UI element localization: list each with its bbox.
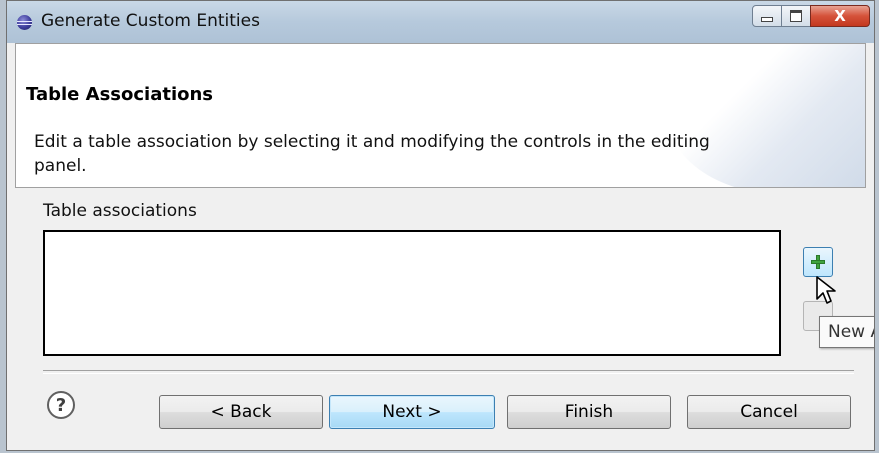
close-icon: X — [834, 7, 846, 25]
table-associations-list[interactable] — [43, 230, 781, 356]
footer-divider — [43, 370, 854, 374]
mouse-cursor-icon — [816, 276, 836, 304]
plus-icon — [811, 255, 825, 269]
help-button[interactable]: ? — [47, 391, 75, 419]
dialog-window: Generate Custom Entities X Table Associa… — [6, 0, 875, 451]
finish-button[interactable]: Finish — [507, 395, 671, 429]
window-title: Generate Custom Entities — [41, 11, 260, 31]
minimize-icon — [761, 17, 773, 22]
maximize-button[interactable] — [781, 5, 811, 27]
back-button[interactable]: < Back — [159, 395, 323, 429]
page-description: Edit a table association by selecting it… — [34, 132, 710, 176]
header-divider — [15, 187, 866, 188]
eclipse-icon — [17, 15, 32, 30]
wizard-header: Table Associations Edit a table associat… — [15, 43, 866, 188]
next-button[interactable]: Next > — [329, 395, 495, 429]
title-bar[interactable]: Generate Custom Entities X — [7, 1, 874, 43]
maximize-icon — [790, 10, 802, 22]
help-icon: ? — [55, 394, 67, 416]
table-associations-label: Table associations — [43, 201, 197, 221]
tooltip: New A — [819, 316, 874, 348]
close-button[interactable]: X — [810, 5, 870, 27]
page-title: Table Associations — [26, 84, 214, 105]
window-controls: X — [752, 5, 870, 27]
minimize-button[interactable] — [752, 5, 782, 27]
add-association-button[interactable] — [803, 247, 833, 277]
cancel-button[interactable]: Cancel — [687, 395, 851, 429]
